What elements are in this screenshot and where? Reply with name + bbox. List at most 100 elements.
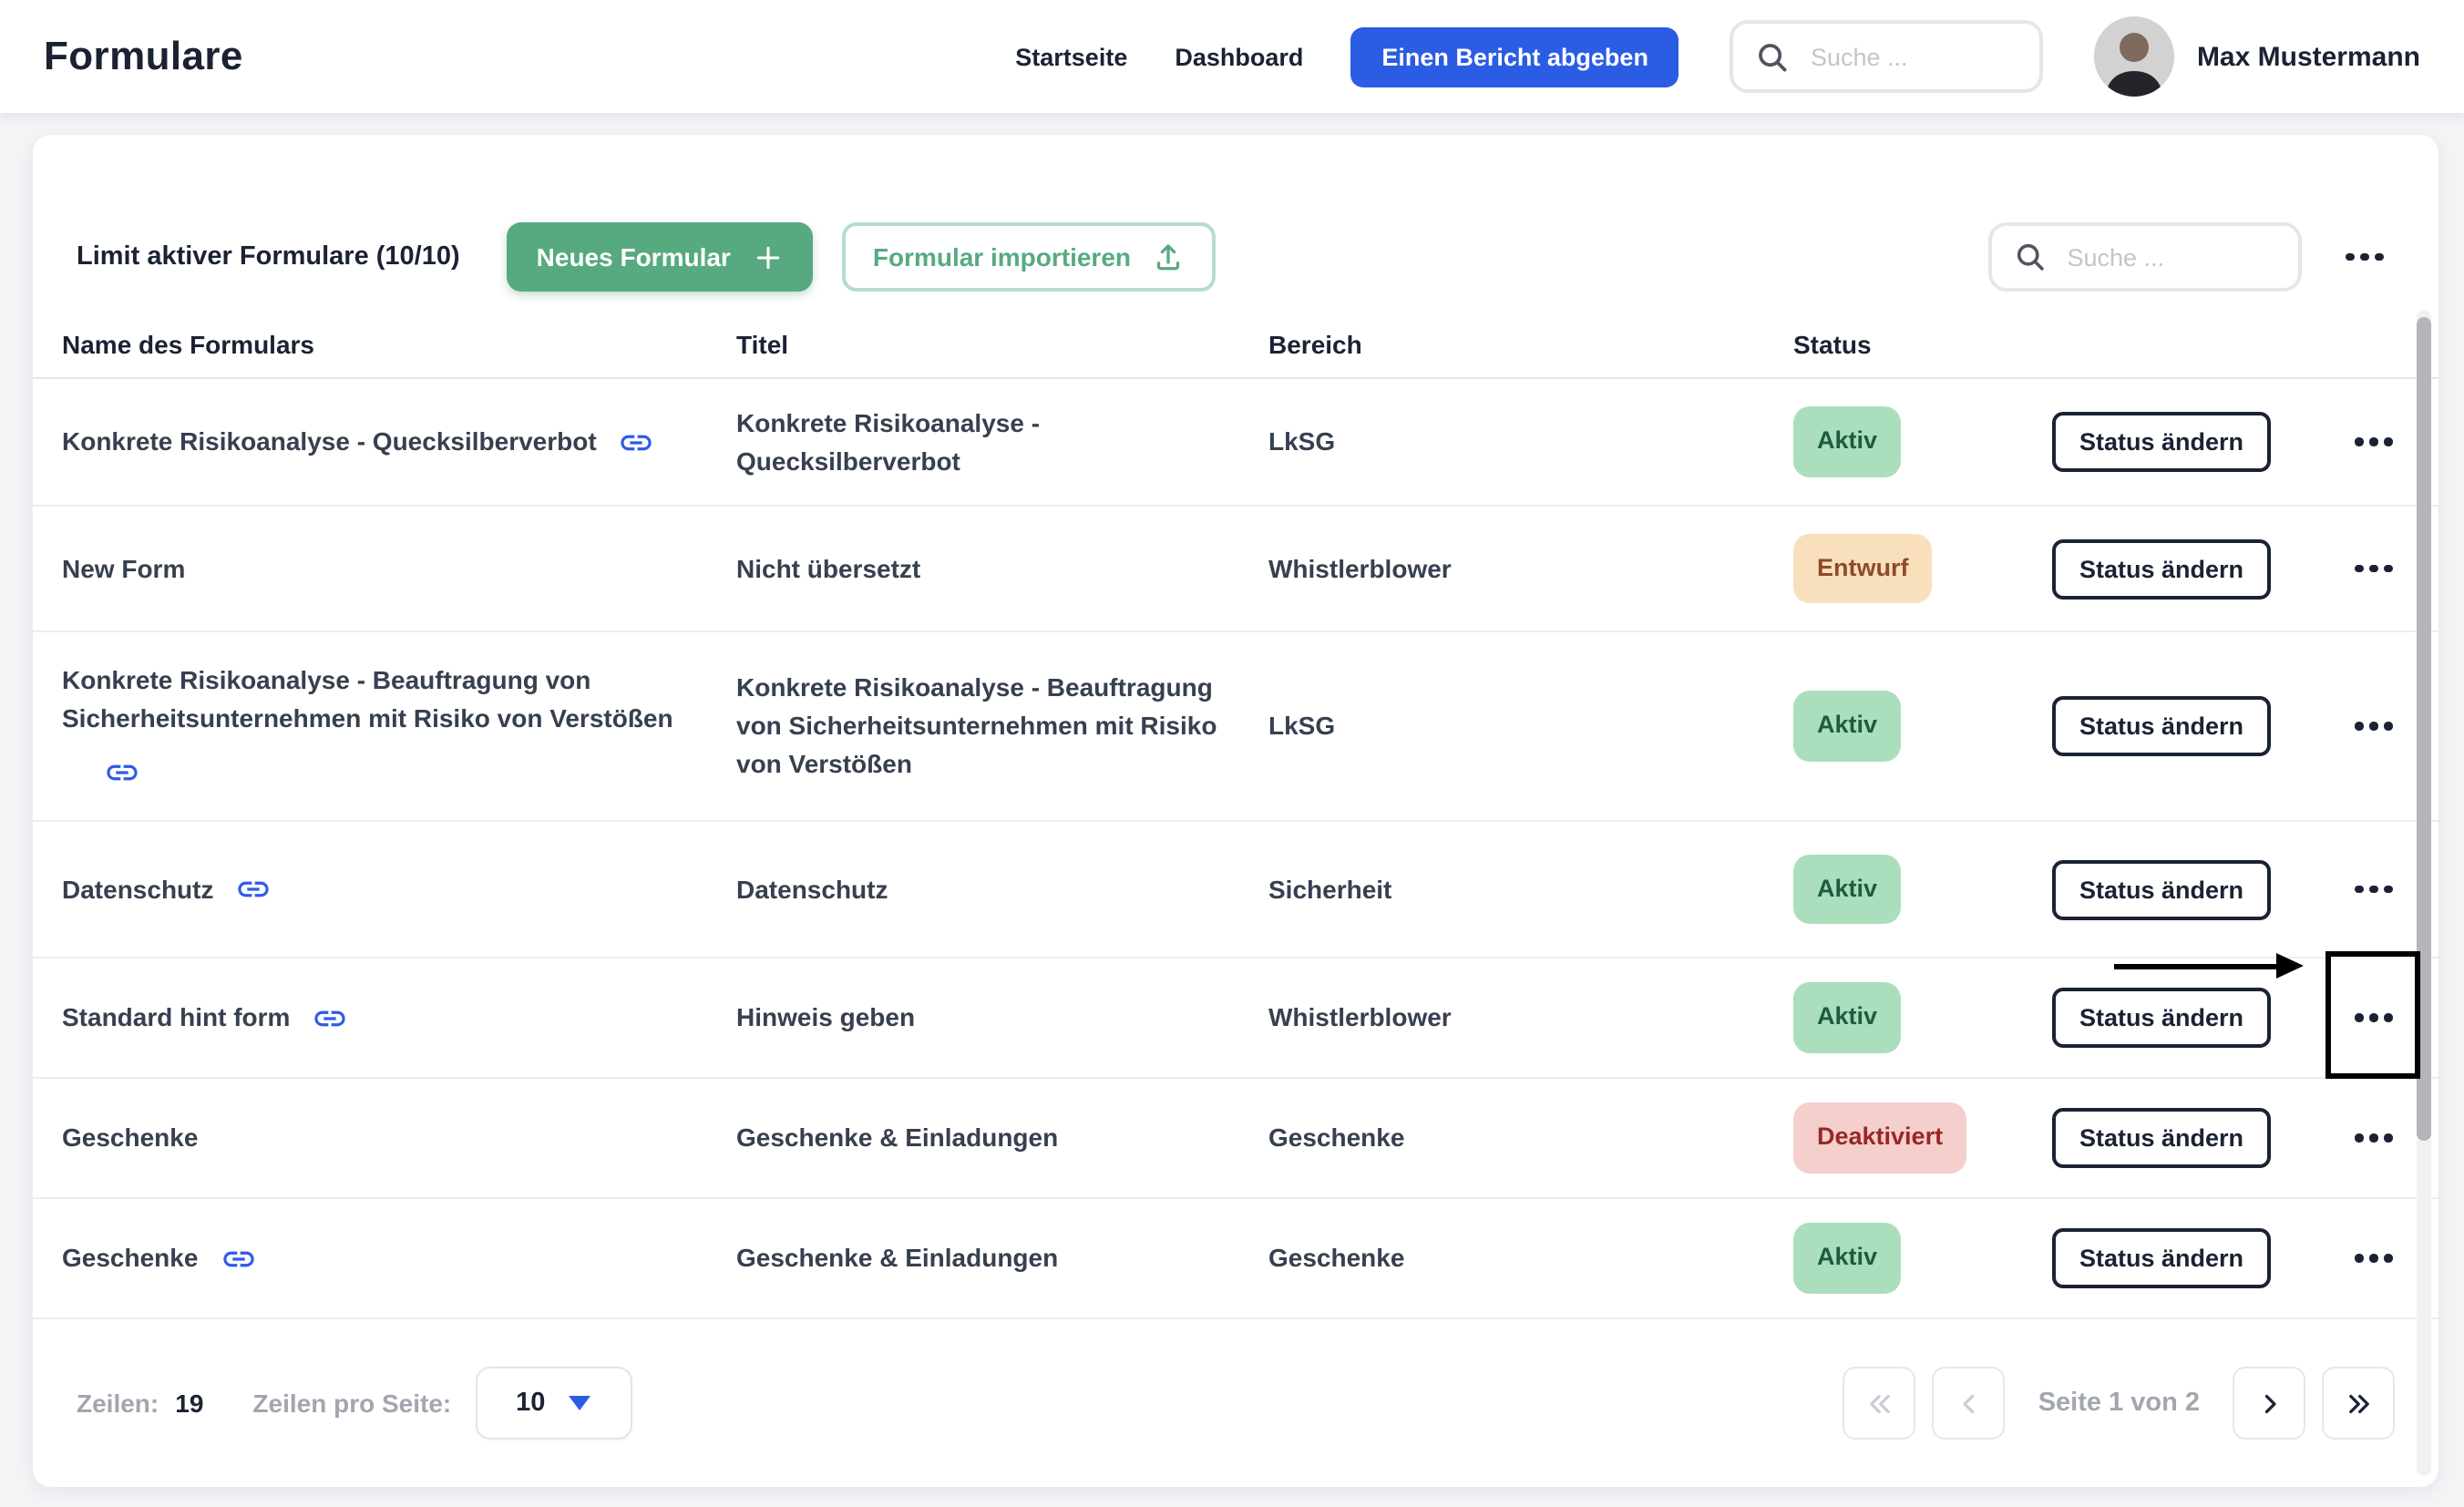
- nav-item-startseite[interactable]: Startseite: [1015, 43, 1127, 70]
- table-search-input[interactable]: [2063, 241, 2285, 272]
- form-bereich: Whistlerblower: [1268, 549, 1793, 588]
- table-row: Geschenke Geschenke & Einladungen Gesche…: [33, 1079, 2438, 1199]
- user-name[interactable]: Max Mustermann: [2197, 41, 2420, 72]
- double-chevron-right-icon: [2343, 1388, 2374, 1419]
- change-status-button[interactable]: Status ändern: [2052, 1108, 2271, 1168]
- table-scrollbar-track[interactable]: [2417, 310, 2431, 1476]
- change-status-button[interactable]: Status ändern: [2052, 988, 2271, 1048]
- row-menu-icon[interactable]: [2351, 874, 2397, 904]
- page-indicator: Seite 1 von 2: [2038, 1389, 2200, 1418]
- new-form-button[interactable]: Neues Formular: [508, 222, 813, 292]
- form-name: New Form: [62, 549, 185, 588]
- chevron-left-icon: [1954, 1388, 1985, 1419]
- table-row: Datenschutz Datenschutz Sicherheit Aktiv…: [33, 822, 2438, 959]
- column-header-titel: Titel: [736, 329, 1268, 358]
- status-badge: Aktiv: [1793, 1224, 1901, 1294]
- form-name: Geschenke: [62, 1119, 198, 1157]
- next-page-button[interactable]: [2233, 1367, 2305, 1440]
- form-bereich: Whistlerblower: [1268, 999, 1793, 1037]
- form-title: Geschenke & Einladungen: [736, 1239, 1268, 1277]
- form-name-cell: Konkrete Risikoanalyse - Beauftragung vo…: [62, 661, 736, 791]
- form-name-cell: Konkrete Risikoanalyse - Quecksilberverb…: [62, 423, 736, 461]
- new-form-button-label: Neues Formular: [537, 242, 731, 272]
- form-bereich: LkSG: [1268, 423, 1793, 461]
- link-icon[interactable]: [619, 424, 655, 460]
- active-forms-limit-label: Limit aktiver Formulare (10/10): [77, 242, 460, 272]
- form-name-cell: Datenschutz: [62, 870, 736, 908]
- table-footer: Zeilen: 19 Zeilen pro Seite: 10 Seit: [33, 1319, 2438, 1487]
- table-search[interactable]: [1988, 222, 2302, 292]
- column-header-status: Status: [1793, 329, 2052, 358]
- form-title: Konkrete Risikoanalyse - Quecksilberverb…: [736, 404, 1268, 480]
- pagination: Seite 1 von 2: [1843, 1367, 2395, 1440]
- change-status-button[interactable]: Status ändern: [2052, 412, 2271, 472]
- table-row: Geschenke Geschenke & Einladungen Gesche…: [33, 1199, 2438, 1319]
- prev-page-button[interactable]: [1933, 1367, 2006, 1440]
- submit-report-button[interactable]: Einen Bericht abgeben: [1350, 26, 1679, 87]
- rows-per-page-value: 10: [516, 1389, 545, 1418]
- first-page-button[interactable]: [1843, 1367, 1916, 1440]
- change-status-button[interactable]: Status ändern: [2052, 1228, 2271, 1288]
- form-name-cell: Geschenke: [62, 1119, 736, 1157]
- page-title: Formulare: [44, 33, 243, 80]
- search-icon: [1756, 39, 1791, 74]
- table-row: Konkrete Risikoanalyse - Quecksilberverb…: [33, 379, 2438, 507]
- form-name: Geschenke: [62, 1239, 198, 1277]
- chevron-right-icon: [2254, 1388, 2284, 1419]
- card-toolbar: Limit aktiver Formulare (10/10) Neues Fo…: [33, 135, 2438, 306]
- status-badge: Entwurf: [1793, 534, 1933, 604]
- table-scrollbar-thumb[interactable]: [2417, 317, 2431, 1141]
- nav-item-dashboard[interactable]: Dashboard: [1175, 43, 1303, 70]
- change-status-button[interactable]: Status ändern: [2052, 538, 2271, 599]
- form-title: Konkrete Risikoanalyse - Beauftragung vo…: [736, 669, 1268, 784]
- form-bereich: LkSG: [1268, 707, 1793, 745]
- row-menu-icon[interactable]: [2351, 553, 2397, 583]
- column-header-bereich: Bereich: [1268, 329, 1793, 358]
- last-page-button[interactable]: [2322, 1367, 2395, 1440]
- link-icon[interactable]: [312, 1000, 348, 1036]
- rows-count: 19: [175, 1389, 203, 1418]
- row-menu-icon[interactable]: [2351, 711, 2397, 741]
- form-bereich: Geschenke: [1268, 1239, 1793, 1277]
- header-search-input[interactable]: [1807, 41, 2029, 72]
- form-name: Konkrete Risikoanalyse - Quecksilberverb…: [62, 423, 597, 461]
- row-menu-icon[interactable]: [2351, 426, 2397, 456]
- rows-label: Zeilen:: [77, 1389, 159, 1418]
- form-title: Hinweis geben: [736, 999, 1268, 1037]
- row-menu-icon[interactable]: [2351, 1243, 2397, 1273]
- rows-per-page-select[interactable]: 10: [475, 1367, 631, 1440]
- link-icon[interactable]: [104, 754, 140, 791]
- row-menu-icon[interactable]: [2351, 1123, 2397, 1153]
- table-row: Konkrete Risikoanalyse - Beauftragung vo…: [33, 632, 2438, 822]
- row-menu-icon[interactable]: [2351, 1002, 2397, 1032]
- status-badge: Aktiv: [1793, 692, 1901, 762]
- form-title: Geschenke & Einladungen: [736, 1119, 1268, 1157]
- import-form-button-label: Formular importieren: [873, 242, 1131, 272]
- header-search[interactable]: [1730, 20, 2044, 93]
- status-badge: Aktiv: [1793, 983, 1901, 1053]
- double-chevron-left-icon: [1864, 1388, 1895, 1419]
- forms-card: Limit aktiver Formulare (10/10) Neues Fo…: [33, 135, 2438, 1487]
- import-form-button[interactable]: Formular importieren: [842, 222, 1215, 292]
- caret-down-icon: [569, 1396, 590, 1410]
- column-header-name: Name des Formulars: [62, 329, 736, 358]
- page: Formulare Startseite Dashboard Einen Ber…: [0, 0, 2464, 1507]
- form-name-cell: New Form: [62, 549, 736, 588]
- avatar[interactable]: [2095, 16, 2175, 97]
- status-badge: Aktiv: [1793, 855, 1901, 925]
- change-status-button[interactable]: Status ändern: [2052, 859, 2271, 919]
- change-status-button[interactable]: Status ändern: [2052, 696, 2271, 756]
- form-title: Nicht übersetzt: [736, 549, 1268, 588]
- table-row: New Form Nicht übersetzt Whistlerblower …: [33, 507, 2438, 632]
- table-row: Standard hint form Hinweis geben Whistle…: [33, 959, 2438, 1079]
- form-title: Datenschutz: [736, 870, 1268, 908]
- status-badge: Deaktiviert: [1793, 1103, 1966, 1174]
- table-options-menu-icon[interactable]: [2342, 241, 2387, 272]
- link-icon[interactable]: [220, 1240, 256, 1276]
- app-bar: Formulare Startseite Dashboard Einen Ber…: [0, 0, 2464, 113]
- search-icon: [2014, 241, 2047, 273]
- link-icon[interactable]: [235, 871, 272, 907]
- form-name: Datenschutz: [62, 870, 213, 908]
- main-nav: Startseite Dashboard: [1015, 43, 1303, 70]
- form-name: Standard hint form: [62, 999, 290, 1037]
